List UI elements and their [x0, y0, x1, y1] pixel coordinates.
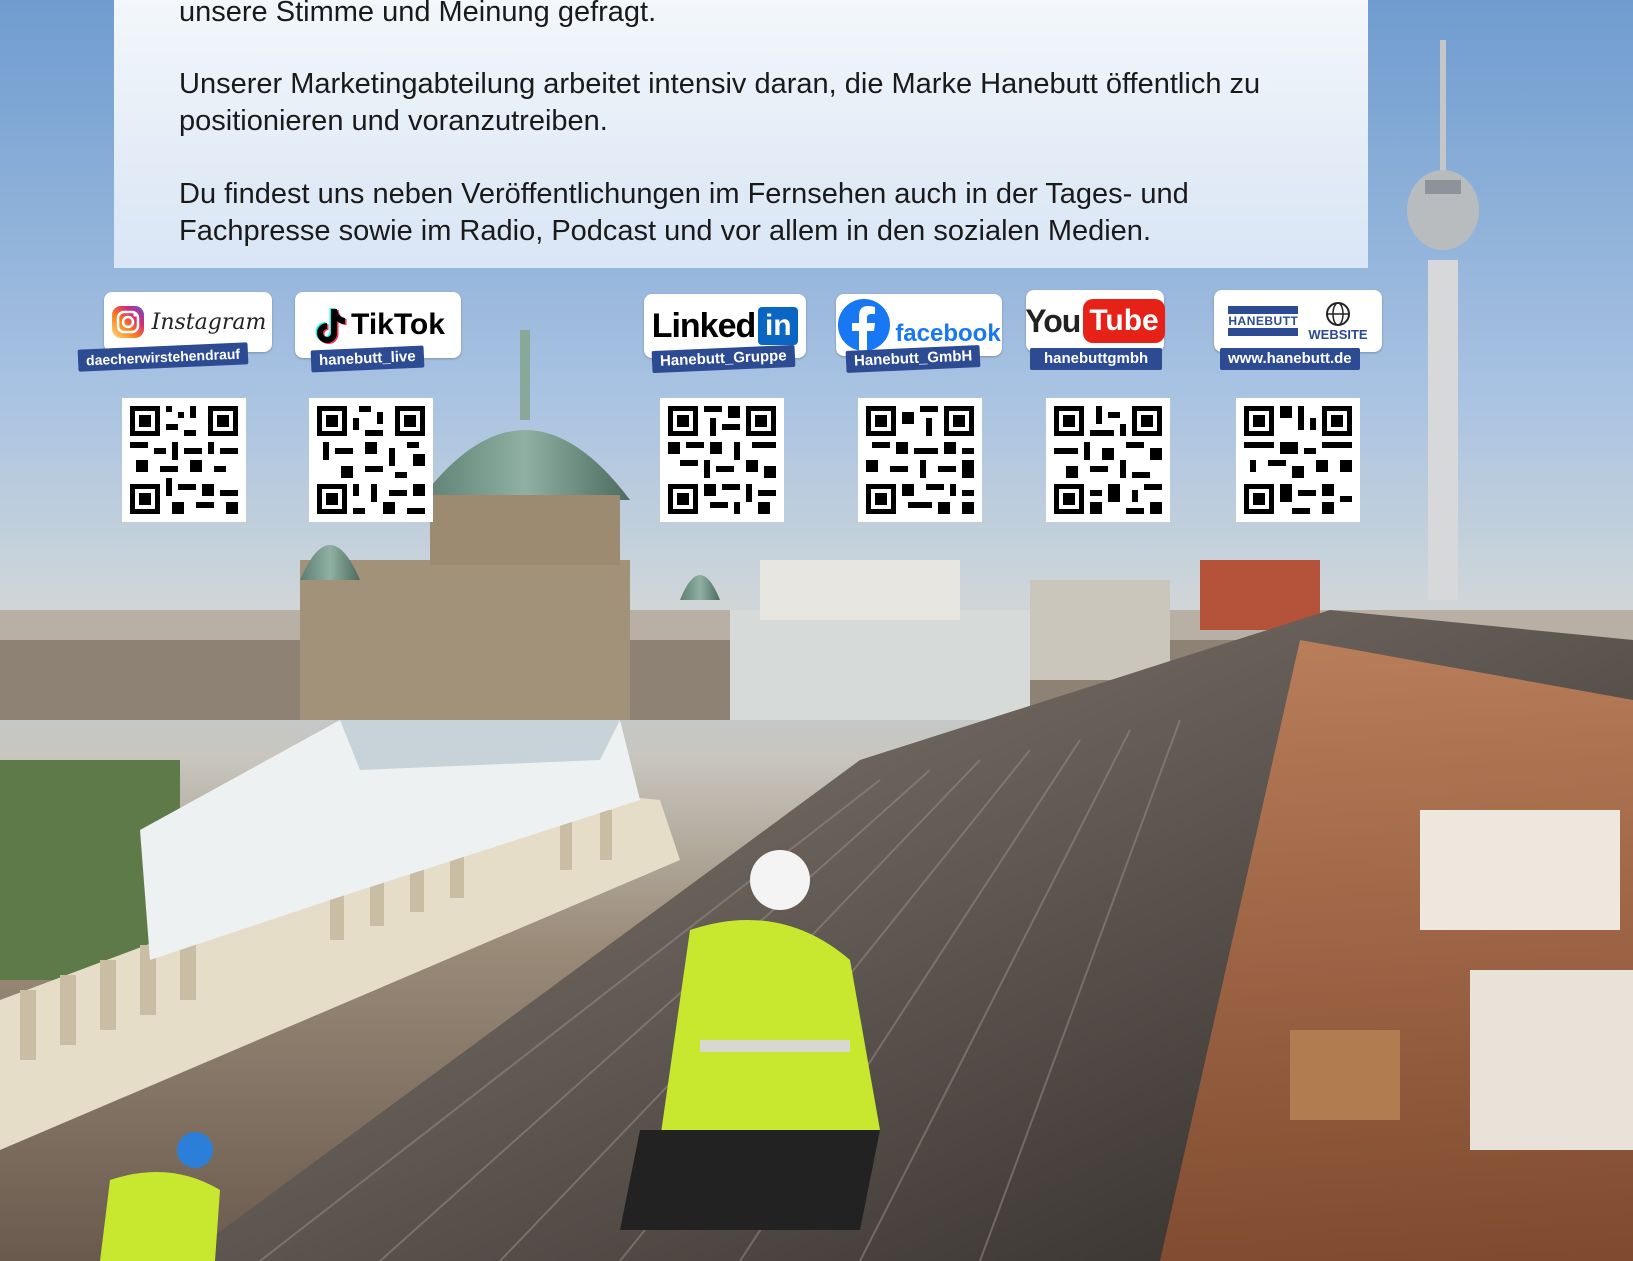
facebook-icon	[838, 299, 891, 352]
instagram-qr-code[interactable]	[122, 398, 246, 522]
paragraph-media: Du findest uns neben Veröffentlichungen …	[179, 178, 1189, 247]
globe-icon	[1325, 301, 1350, 326]
linkedin-wordmark: Linked	[651, 306, 757, 345]
intro-text-panel: unsere Stimme und Meinung gefragt. Unser…	[114, 0, 1368, 268]
youtube-logo[interactable]: You Tube	[1025, 290, 1165, 352]
social-card-youtube: You Tube hanebuttgmbh	[1025, 290, 1196, 530]
instagram-handle[interactable]: daecherwirstehendrauf	[77, 342, 249, 372]
youtube-icon: Tube	[1083, 299, 1165, 343]
social-card-website: HANEBUTT WEBSITE www.hanebutt.de	[1214, 290, 1386, 530]
website-url[interactable]: www.hanebutt.de	[1220, 348, 1360, 370]
tiktok-handle[interactable]: hanebutt_live	[310, 345, 425, 373]
poster: unsere Stimme und Meinung gefragt. Unser…	[0, 0, 1633, 1261]
social-card-facebook: facebook Hanebutt_GmbH	[836, 294, 1006, 530]
social-card-instagram: Instagram daecherwirstehendrauf	[76, 292, 286, 528]
facebook-wordmark: facebook	[895, 320, 1001, 347]
tiktok-qr-code[interactable]	[309, 398, 433, 522]
paragraph-opinion: unsere Stimme und Meinung gefragt.	[179, 0, 657, 28]
hanebutt-wordmark: HANEBUTT	[1228, 314, 1299, 328]
social-card-linkedin: Linked in Hanebutt_Gruppe	[644, 294, 814, 530]
instagram-icon	[111, 306, 144, 338]
youtube-qr-code[interactable]	[1046, 398, 1170, 522]
linkedin-qr-code[interactable]	[660, 398, 784, 522]
social-card-tiktok: TikTok hanebutt_live	[295, 292, 465, 528]
linkedin-icon: in	[758, 307, 799, 345]
youtube-handle[interactable]: hanebuttgmbh	[1030, 348, 1163, 370]
tiktok-wordmark: TikTok	[351, 308, 445, 341]
tiktok-icon	[315, 308, 347, 344]
website-qr-code[interactable]	[1236, 398, 1360, 522]
website-label: WEBSITE	[1308, 326, 1368, 342]
website-logo[interactable]: HANEBUTT WEBSITE	[1214, 290, 1382, 352]
paragraph-marketing: Unserer Marketingabteilung arbeitet inte…	[179, 68, 1261, 137]
youtube-wordmark: You	[1025, 302, 1081, 339]
instagram-wordmark: Instagram	[151, 309, 267, 335]
facebook-handle[interactable]: Hanebutt_GmbH	[845, 345, 981, 373]
facebook-qr-code[interactable]	[858, 398, 982, 522]
